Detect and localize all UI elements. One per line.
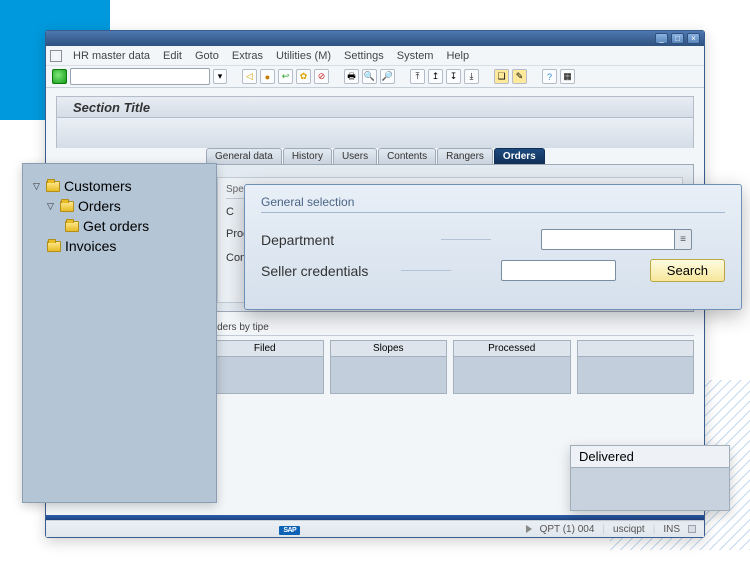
menu-extras[interactable]: Extras	[227, 48, 268, 64]
menu-system[interactable]: System	[392, 48, 439, 64]
minimize-button[interactable]: _	[655, 33, 668, 44]
tab-contents[interactable]: Contents	[378, 148, 436, 164]
sap-logo: SAP	[279, 526, 300, 535]
status-resize-icon[interactable]	[688, 525, 696, 533]
tree-get-orders[interactable]: Get orders	[65, 216, 206, 236]
stop-icon[interactable]: ⊘	[314, 69, 329, 84]
tab-users[interactable]: Users	[333, 148, 377, 164]
next-page-icon[interactable]: ↧	[446, 69, 461, 84]
general-selection-panel: General selection Department ≡ Seller cr…	[244, 184, 742, 310]
department-label: Department	[261, 232, 431, 248]
layout-icon[interactable]: ▦	[560, 69, 575, 84]
exit-icon[interactable]: ↩	[278, 69, 293, 84]
find-icon[interactable]: 🔍	[362, 69, 377, 84]
orders-col-empty	[577, 340, 695, 394]
menu-utilities[interactable]: Utilities (M)	[271, 48, 336, 64]
orders-col-slopes-head: Slopes	[331, 341, 447, 357]
tree-customers-label: Customers	[64, 178, 132, 194]
tree-customers[interactable]: ▽ Customers	[33, 176, 206, 196]
delivered-label: Delivered	[571, 446, 729, 468]
titlebar: _ □ ×	[46, 31, 704, 46]
save-icon[interactable]: ●	[260, 69, 275, 84]
department-input[interactable]	[541, 229, 691, 250]
command-field[interactable]	[70, 68, 210, 85]
help-icon[interactable]: ?	[542, 69, 557, 84]
orders-by-title: Orders by tipe	[206, 322, 694, 336]
tree-panel: ▽ Customers ▽ Orders Get orders Invoices	[22, 163, 217, 503]
tab-rangers[interactable]: Rangers	[437, 148, 493, 164]
command-dropdown-icon[interactable]: ▾	[213, 69, 227, 84]
new-session-icon[interactable]: ❏	[494, 69, 509, 84]
expand-icon[interactable]: ▽	[33, 181, 42, 192]
general-selection-title: General selection	[261, 195, 725, 209]
folder-icon	[60, 201, 74, 212]
enter-icon[interactable]	[52, 69, 67, 84]
menu-settings[interactable]: Settings	[339, 48, 389, 64]
maximize-button[interactable]: □	[671, 33, 684, 44]
tabstrip: General data History Users Contents Rang…	[206, 148, 694, 164]
orders-col-processed: Processed	[453, 340, 571, 394]
close-button[interactable]: ×	[687, 33, 700, 44]
first-page-icon[interactable]: ⤒	[410, 69, 425, 84]
status-qpt: QPT (1) 004	[540, 524, 595, 535]
tab-history[interactable]: History	[283, 148, 332, 164]
app-icon	[50, 50, 62, 62]
folder-icon	[47, 241, 61, 252]
toolbar: ▾ ◁ ● ↩ ✿ ⊘ 🖶 🔍 🔎 ⤒ ↥ ↧ ⤓ ❏ ✎ ? ▦	[46, 66, 704, 88]
status-host: usciqpt	[613, 524, 645, 535]
folder-icon	[65, 221, 79, 232]
prev-page-icon[interactable]: ↥	[428, 69, 443, 84]
tab-orders[interactable]: Orders	[494, 148, 545, 164]
value-help-icon[interactable]: ≡	[674, 229, 692, 250]
orders-by-section: Orders by tipe Filed Slopes Processed	[206, 322, 694, 394]
orders-col-filed-head: Filed	[207, 341, 323, 357]
status-play-icon[interactable]	[526, 525, 532, 533]
tree-orders[interactable]: ▽ Orders	[47, 196, 206, 216]
generate-shortcut-icon[interactable]: ✎	[512, 69, 527, 84]
statusbar: SAP QPT (1) 004 | usciqpt | INS	[46, 520, 704, 537]
tree-get-orders-label: Get orders	[83, 218, 149, 234]
tree-orders-label: Orders	[78, 198, 121, 214]
seller-credentials-label: Seller credentials	[261, 263, 391, 279]
cancel-icon[interactable]: ✿	[296, 69, 311, 84]
status-mode: INS	[663, 524, 680, 535]
orders-col-slopes: Slopes	[330, 340, 448, 394]
menu-edit[interactable]: Edit	[158, 48, 187, 64]
menu-help[interactable]: Help	[441, 48, 474, 64]
tree-invoices-label: Invoices	[65, 238, 116, 254]
orders-col-processed-head: Processed	[454, 341, 570, 357]
expand-icon[interactable]: ▽	[47, 201, 56, 212]
tab-general-data[interactable]: General data	[206, 148, 282, 164]
back-icon[interactable]: ◁	[242, 69, 257, 84]
orders-col-filed: Filed	[206, 340, 324, 394]
menu-goto[interactable]: Goto	[190, 48, 224, 64]
folder-icon	[46, 181, 60, 192]
tree-invoices[interactable]: Invoices	[47, 236, 206, 256]
last-page-icon[interactable]: ⤓	[464, 69, 479, 84]
print-icon[interactable]: 🖶	[344, 69, 359, 84]
menubar: HR master data Edit Goto Extras Utilitie…	[46, 46, 704, 66]
search-button[interactable]: Search	[650, 259, 725, 282]
find-next-icon[interactable]: 🔎	[380, 69, 395, 84]
seller-credentials-input[interactable]	[501, 260, 616, 281]
section-title: Section Title	[56, 96, 694, 118]
menu-hr-master-data[interactable]: HR master data	[68, 48, 155, 64]
delivered-callout: Delivered	[570, 445, 730, 511]
